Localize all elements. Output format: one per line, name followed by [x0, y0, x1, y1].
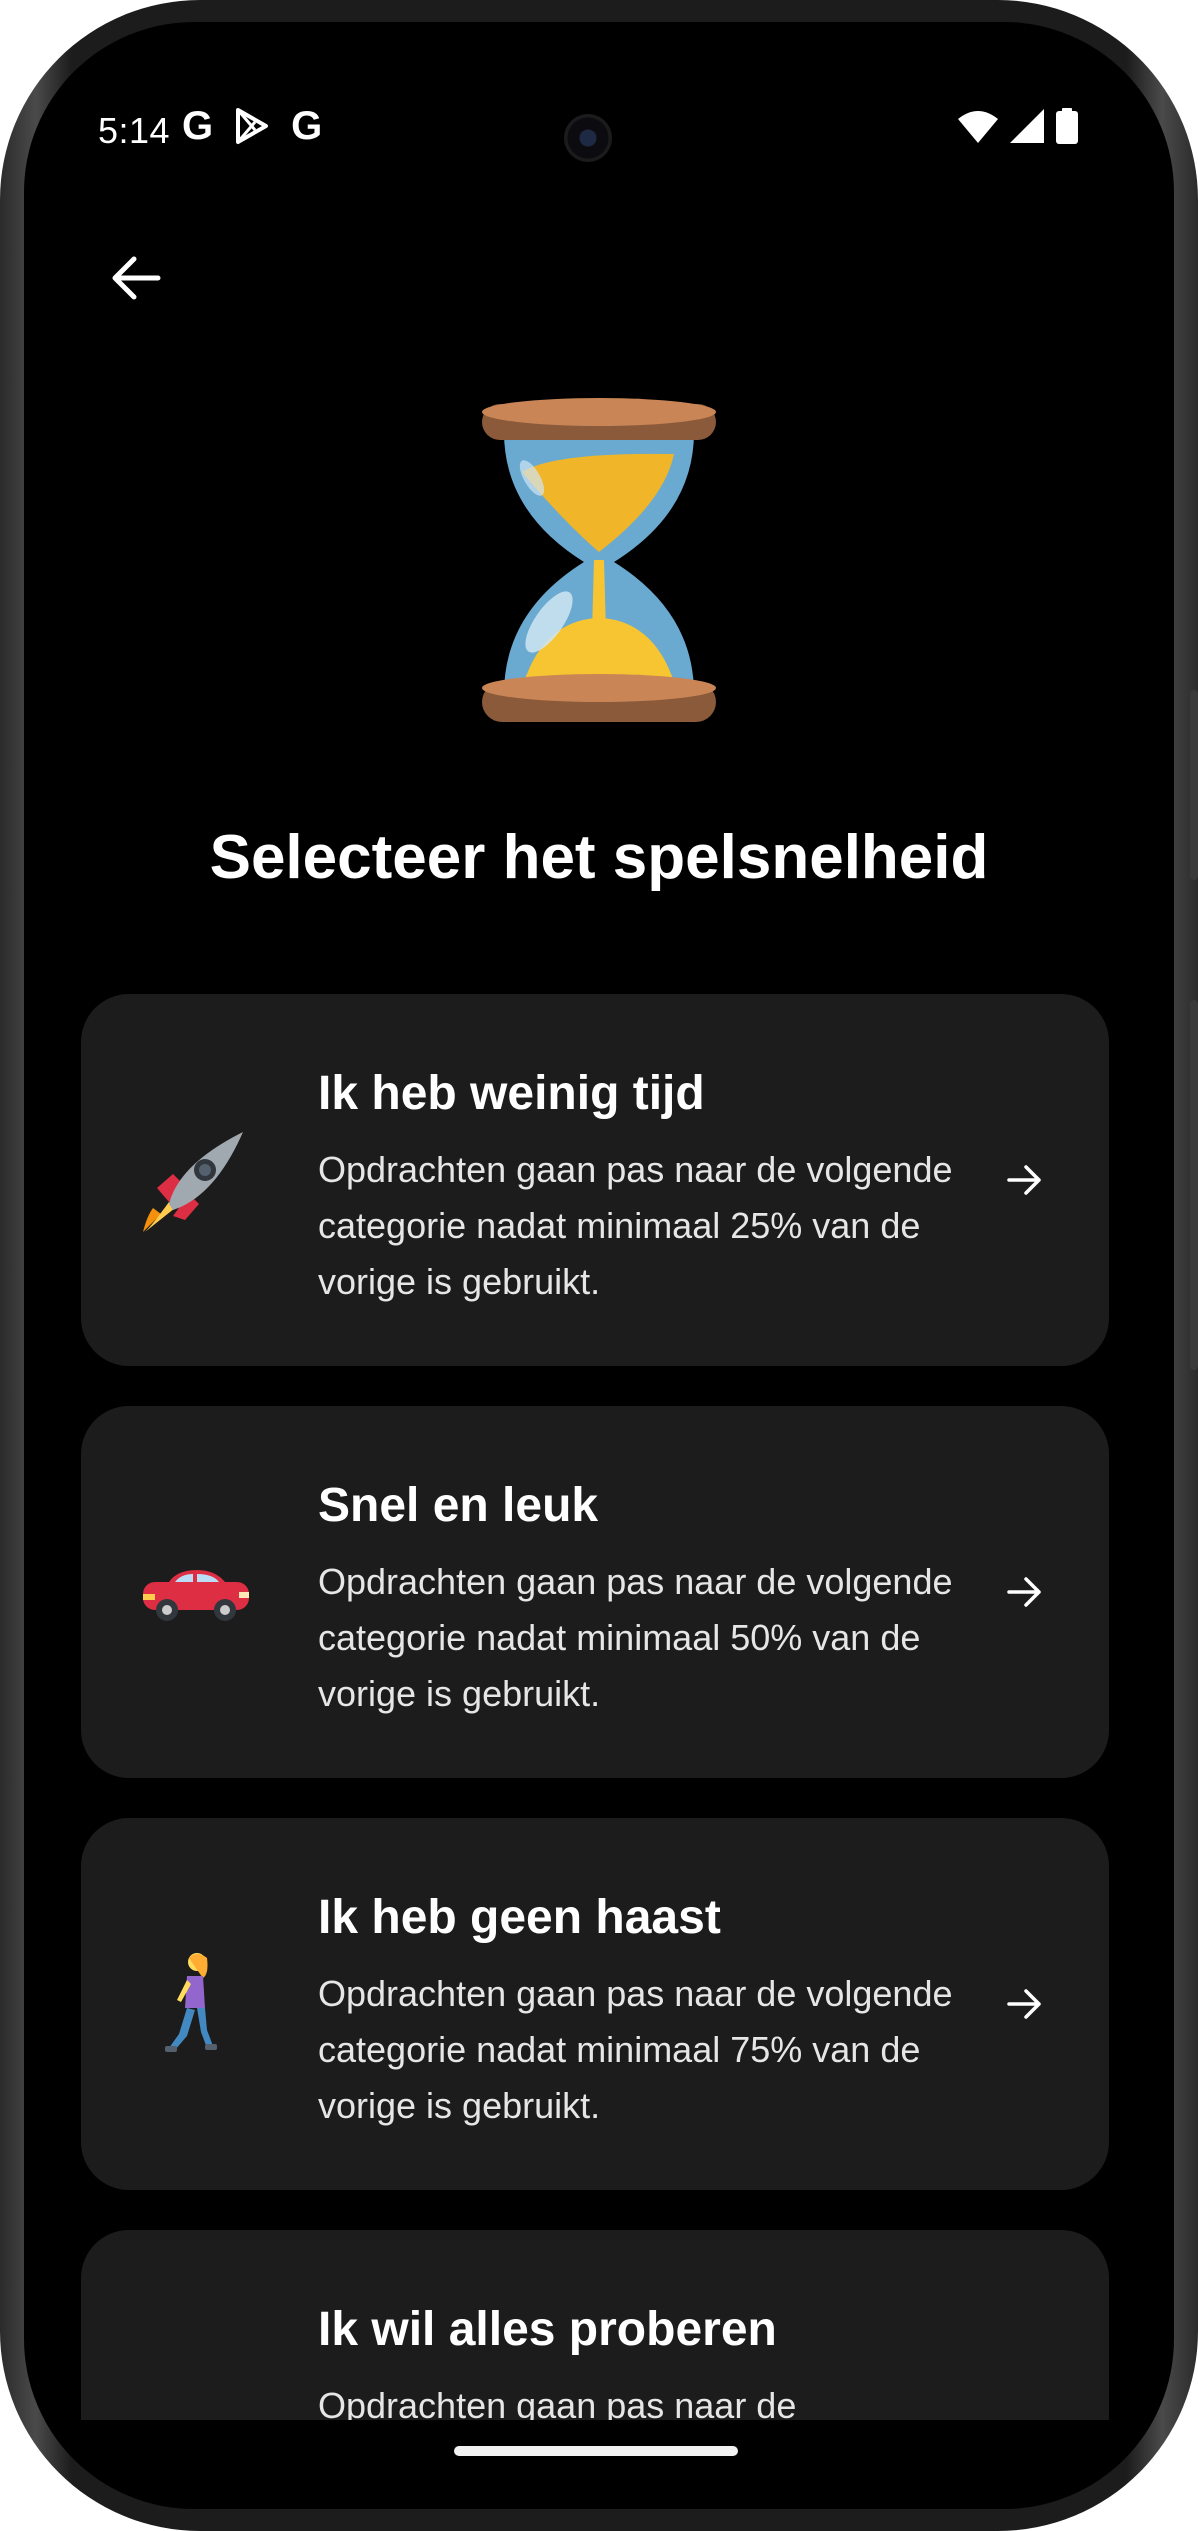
car-icon — [143, 1570, 249, 1621]
arrow-right-icon — [1007, 1989, 1041, 2019]
page-title: Selecteer het spelsnelheid — [209, 823, 989, 892]
google-g-icon: G — [182, 104, 214, 148]
arrow-right-icon — [1007, 1577, 1041, 1607]
speed-option-fast[interactable]: Ik heb weinig tijd Opdrachten gaan pas n… — [81, 994, 1109, 1366]
back-button[interactable] — [104, 246, 168, 310]
arrow-left-icon — [112, 256, 161, 300]
signal-icon — [1010, 109, 1044, 143]
option-title: Snel en leuk — [318, 1479, 599, 1532]
option-title: Ik heb weinig tijd — [318, 1067, 705, 1120]
google-g-icon: G — [291, 104, 323, 148]
battery-icon — [1056, 108, 1078, 144]
navigation-bar — [24, 2420, 1174, 2509]
system-icons — [958, 108, 1078, 144]
front-camera — [564, 114, 612, 162]
hourglass-icon — [482, 398, 716, 722]
home-indicator[interactable] — [454, 2446, 738, 2456]
option-description: Opdrachten gaan pas naar de volgende cat… — [318, 1149, 953, 1302]
app-screen: 5:14 G G Selecteer het spelsnelheid Ik h… — [24, 22, 1174, 2509]
option-description: Opdrachten gaan pas naar de volgende cat… — [318, 1973, 953, 2126]
rocket-icon — [143, 1132, 243, 1232]
status-bar: 5:14 G G — [24, 22, 1174, 162]
notification-icons: G G — [182, 104, 322, 148]
arrow-right-icon — [1007, 1165, 1041, 1195]
wifi-icon — [958, 111, 998, 143]
walking-woman-icon — [165, 1953, 217, 2052]
volume-button — [1190, 690, 1198, 880]
option-description: Opdrachten gaan pas naar de volgende cat… — [318, 1561, 953, 1714]
option-title: Ik heb geen haast — [318, 1891, 721, 1944]
speed-option-normal[interactable]: Snel en leuk Opdrachten gaan pas naar de… — [81, 1406, 1109, 1778]
status-time: 5:14 — [98, 110, 171, 151]
play-store-icon — [236, 108, 269, 144]
speed-option-slow[interactable]: Ik heb geen haast Opdrachten gaan pas na… — [81, 1818, 1109, 2190]
option-title: Ik wil alles proberen — [318, 2303, 777, 2356]
power-button — [1190, 1000, 1198, 1370]
